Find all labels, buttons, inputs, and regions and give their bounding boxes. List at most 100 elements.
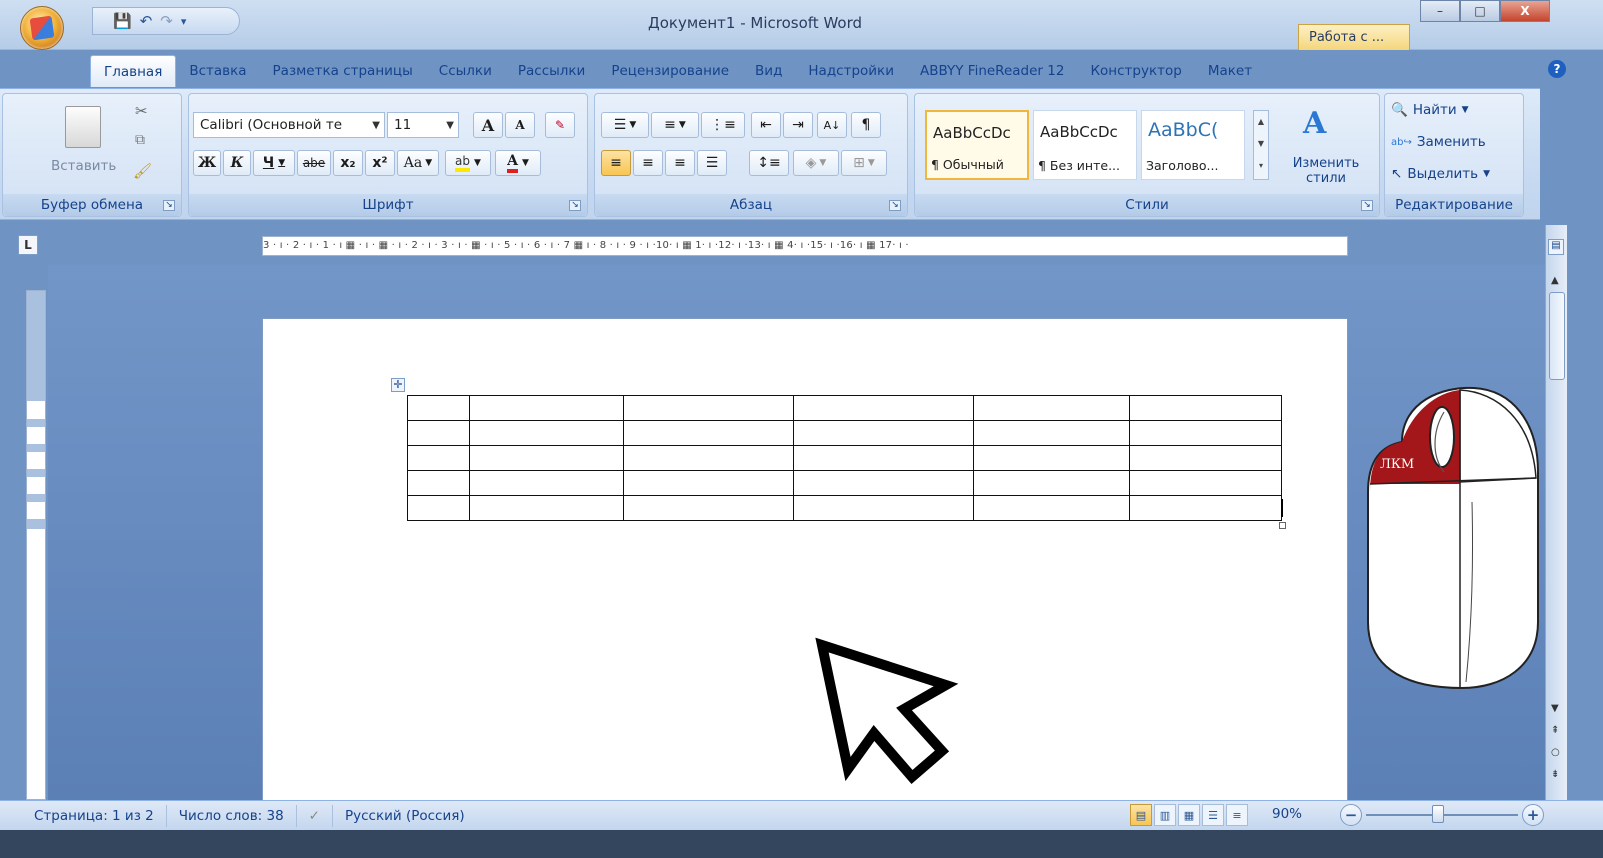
- strikethrough-button[interactable]: abe: [297, 150, 331, 176]
- select-button[interactable]: ↖ Выделить ▼: [1391, 166, 1490, 182]
- status-page[interactable]: Страница: 1 из 2: [0, 804, 167, 827]
- zoom-in-icon[interactable]: +: [1522, 804, 1544, 826]
- table-cell[interactable]: [623, 445, 794, 471]
- table-cell[interactable]: [407, 395, 470, 421]
- justify-button[interactable]: ☰: [697, 150, 727, 176]
- italic-button[interactable]: К: [223, 150, 251, 176]
- spellcheck-icon[interactable]: ✓: [297, 804, 333, 827]
- vertical-scrollbar[interactable]: ▤ ▲ ▼ ⇞ ○ ⇟: [1545, 225, 1567, 800]
- table-cell[interactable]: [973, 420, 1130, 446]
- table-cell[interactable]: [1129, 470, 1282, 496]
- browse-object-icon[interactable]: ○: [1551, 747, 1560, 758]
- table-cell[interactable]: [623, 420, 794, 446]
- save-icon[interactable]: 💾: [113, 12, 132, 30]
- vertical-ruler[interactable]: [26, 290, 46, 800]
- bold-button[interactable]: Ж: [193, 150, 221, 176]
- web-layout-icon[interactable]: ▦: [1178, 804, 1200, 826]
- redo-icon[interactable]: ↷: [160, 12, 173, 30]
- underline-button[interactable]: Ч ▼: [253, 150, 295, 176]
- table-cell[interactable]: [469, 420, 624, 446]
- document-table[interactable]: [407, 395, 1282, 521]
- help-icon[interactable]: ?: [1548, 60, 1566, 78]
- zoom-slider-thumb[interactable]: [1432, 805, 1444, 823]
- table-cell[interactable]: [793, 470, 974, 496]
- table-cell[interactable]: [973, 470, 1130, 496]
- table-cell[interactable]: [1129, 395, 1282, 421]
- find-button[interactable]: 🔍 Найти ▼: [1391, 102, 1469, 118]
- font-name-combo[interactable]: Calibri (Основной те ▼: [193, 112, 385, 138]
- change-styles-icon[interactable]: A: [1303, 106, 1326, 141]
- multilevel-list-button[interactable]: ⋮≡: [701, 112, 745, 138]
- table-cell[interactable]: [793, 495, 974, 521]
- show-marks-button[interactable]: ¶: [851, 112, 881, 138]
- tab-references[interactable]: Ссылки: [426, 55, 505, 87]
- borders-button[interactable]: ⊞ ▼: [841, 150, 887, 176]
- scroll-up-icon[interactable]: ▲: [1551, 275, 1559, 286]
- zoom-level[interactable]: 90%: [1272, 806, 1302, 822]
- table-move-handle-icon[interactable]: ✛: [391, 378, 405, 392]
- font-size-combo[interactable]: 11 ▼: [387, 112, 459, 138]
- table-cell[interactable]: [623, 495, 794, 521]
- style-no-spacing[interactable]: AaBbCcDc ¶ Без инте...: [1033, 110, 1137, 180]
- tab-page-layout[interactable]: Разметка страницы: [260, 55, 426, 87]
- numbering-button[interactable]: ≡ ▼: [651, 112, 699, 138]
- highlight-button[interactable]: ab ▼: [445, 150, 491, 176]
- context-tab-table-tools[interactable]: Работа с ...: [1298, 24, 1410, 50]
- table-cell[interactable]: [623, 395, 794, 421]
- close-button[interactable]: X: [1500, 0, 1550, 22]
- tab-addins[interactable]: Надстройки: [795, 55, 907, 87]
- table-cell[interactable]: [973, 495, 1130, 521]
- customize-icon[interactable]: ▾: [181, 15, 187, 28]
- table-cell[interactable]: [469, 395, 624, 421]
- table-cell[interactable]: [623, 470, 794, 496]
- tab-view[interactable]: Вид: [742, 55, 795, 87]
- clipboard-dialog-launcher-icon[interactable]: ↘: [163, 200, 175, 211]
- align-center-button[interactable]: ≡: [633, 150, 663, 176]
- scroll-down-icon[interactable]: ▼: [1551, 703, 1559, 714]
- table-resize-handle[interactable]: [1279, 522, 1286, 529]
- table-cell[interactable]: [469, 470, 624, 496]
- shading-button[interactable]: ◈ ▼: [793, 150, 839, 176]
- next-page-icon[interactable]: ⇟: [1551, 769, 1559, 780]
- tab-home[interactable]: Главная: [90, 55, 177, 87]
- superscript-button[interactable]: x²: [365, 150, 395, 176]
- view-ruler-icon[interactable]: ▤: [1548, 239, 1564, 255]
- table-cell[interactable]: [407, 470, 470, 496]
- tab-selector-button[interactable]: L: [18, 235, 38, 255]
- maximize-button[interactable]: □: [1460, 0, 1500, 22]
- tab-abbyy[interactable]: ABBYY FineReader 12: [907, 55, 1077, 87]
- tab-review[interactable]: Рецензирование: [598, 55, 742, 87]
- change-case-button[interactable]: Aa ▼: [397, 150, 439, 176]
- office-button[interactable]: [20, 6, 64, 50]
- grow-font-button[interactable]: A: [473, 112, 503, 138]
- table-cell[interactable]: [407, 445, 470, 471]
- copy-icon[interactable]: ⧉: [135, 132, 145, 148]
- increase-indent-button[interactable]: ⇥: [783, 112, 813, 138]
- bullets-button[interactable]: ☰ ▼: [601, 112, 649, 138]
- full-screen-reading-icon[interactable]: ▥: [1154, 804, 1176, 826]
- align-right-button[interactable]: ≡: [665, 150, 695, 176]
- draft-icon[interactable]: ≡: [1226, 804, 1248, 826]
- table-cell[interactable]: [1129, 495, 1282, 521]
- table-cell[interactable]: [407, 495, 470, 521]
- previous-page-icon[interactable]: ⇞: [1551, 725, 1559, 736]
- table-cell[interactable]: [793, 395, 974, 421]
- cut-icon[interactable]: ✂: [135, 102, 148, 120]
- clear-formatting-button[interactable]: ✎: [545, 112, 575, 138]
- styles-scroll[interactable]: ▲ ▼ ▾: [1253, 110, 1269, 180]
- table-cell[interactable]: [1129, 420, 1282, 446]
- table-cell[interactable]: [407, 420, 470, 446]
- table-cell[interactable]: [793, 445, 974, 471]
- document-page[interactable]: [262, 318, 1348, 808]
- sort-button[interactable]: A↓: [817, 112, 847, 138]
- horizontal-ruler[interactable]: 3 · ı · 2 · ı · 1 · ı ▦ · ı · ▦ · ı · 2 …: [262, 236, 1348, 256]
- tab-layout[interactable]: Макет: [1195, 55, 1265, 87]
- table-cell[interactable]: [973, 395, 1130, 421]
- align-left-button[interactable]: ≡: [601, 150, 631, 176]
- table-cell[interactable]: [469, 495, 624, 521]
- zoom-out-icon[interactable]: −: [1340, 804, 1362, 826]
- font-color-button[interactable]: A ▼: [495, 150, 541, 176]
- print-layout-icon[interactable]: ▤: [1130, 804, 1152, 826]
- table-cell[interactable]: [1129, 445, 1282, 471]
- decrease-indent-button[interactable]: ⇤: [751, 112, 781, 138]
